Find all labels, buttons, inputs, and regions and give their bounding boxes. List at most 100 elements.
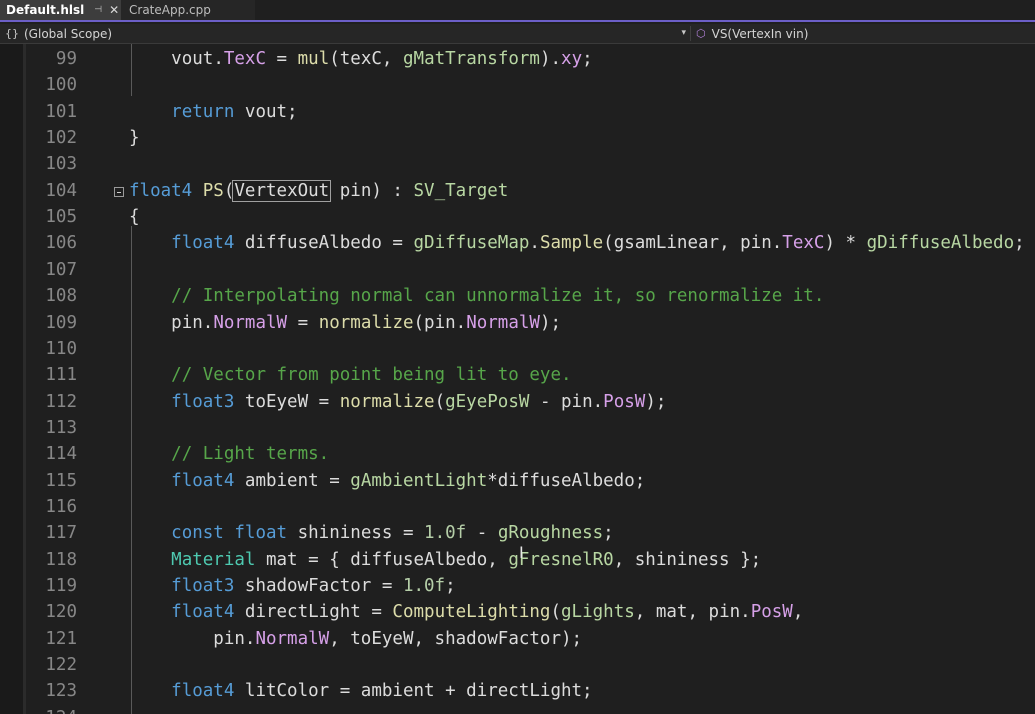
code-token: float4 [171,233,235,254]
code-editor[interactable]: 99 vout.TexC = mul(texC, gMatTransform).… [0,44,1035,714]
code-line[interactable]: 116 [0,494,1035,520]
line-number: 124 [26,705,77,714]
code-line[interactable]: 119 float3 shadowFactor = 1.0f; [0,573,1035,599]
tab-default-hlsl[interactable]: Default.hlsl ⊣ ✕ [0,0,121,20]
text-cursor-icon: I [519,543,524,562]
code-token: = [266,49,298,69]
code-token: shadowFactor = [234,576,403,596]
code-token: ); [539,312,562,333]
method-icon: ⬡ [696,27,706,40]
code-token: litColor = ambient + directLight; [234,681,593,702]
code-token: NormalW [213,312,288,333]
code-line[interactable]: 102} [0,125,1035,151]
code-line[interactable]: 101 return vout; [0,99,1035,125]
code-token: VertexOut [232,179,332,202]
code-token: - pin. [529,391,604,412]
code-line[interactable]: 108 // Interpolating normal can unnormal… [0,283,1035,309]
line-number: 100 [45,75,77,96]
indent-guide [131,44,132,96]
code-line[interactable]: 115 float4 ambient = gAmbientLight*diffu… [0,468,1035,494]
code-token: pin. [171,312,214,333]
code-token: } [129,128,140,149]
code-line[interactable]: 103 [0,151,1035,177]
line-number: 110 [45,338,77,359]
code-line[interactable]: 120 float4 directLight = ComputeLighting… [0,599,1035,625]
code-line[interactable]: 107 [0,257,1035,283]
code-token: float3 [171,576,235,596]
code-token: ( [550,602,562,623]
code-token: = [287,312,319,333]
code-line[interactable]: 113 [0,415,1035,441]
code-token: normalize [318,312,414,333]
line-number: 115 [45,470,77,491]
code-token: 1.0f [402,576,446,596]
line-number: 109 [45,312,77,333]
function-dropdown[interactable]: ⬡ VS(VertexIn vin) [692,24,808,43]
code-line[interactable]: 109 pin.NormalW = normalize(pin.NormalW)… [0,310,1035,336]
code-line[interactable]: 121 pin.NormalW, toEyeW, shadowFactor); [0,626,1035,652]
code-line[interactable]: 114 // Light terms. [0,441,1035,467]
code-token: // Interpolating normal can unnormalize … [171,286,825,307]
code-line[interactable]: 117 const float shininess = 1.0f - gRoug… [0,520,1035,546]
code-token: float4 [171,681,235,702]
chevron-down-icon[interactable]: ▾ [681,28,686,38]
code-line[interactable]: 111 // Vector from point being lit to ey… [0,362,1035,388]
code-token: , [792,602,804,623]
code-line[interactable]: 100 [0,72,1035,98]
code-token: toEyeW = [234,391,340,412]
code-token: PosW [750,602,793,623]
line-number: 111 [45,365,77,386]
code-token: directLight = [234,602,393,623]
collapse-icon[interactable] [114,187,124,197]
code-text: return vout; [129,99,298,125]
code-token: (gsamLinear, pin. [603,233,783,254]
code-token: gDiffuseMap [413,233,530,254]
line-number: 104 [45,180,77,201]
code-line[interactable]: 122 [0,652,1035,678]
code-token: 1.0f [424,523,467,544]
code-text: // Light terms. [129,441,329,467]
code-line[interactable]: 110 [0,336,1035,362]
line-number: 112 [45,391,77,412]
code-token: gMatTransform [403,49,540,69]
indent-guide [131,226,132,714]
line-number: 116 [45,496,77,517]
tab-crateapp-cpp[interactable]: CrateApp.cpp [121,0,255,20]
pin-icon[interactable]: ⊣ [94,5,102,15]
code-token: TexC [223,49,267,69]
code-line[interactable]: 105 { [0,204,1035,230]
code-token: float3 [171,391,235,412]
code-token: ambient = [234,470,351,491]
line-number: 119 [45,576,77,596]
code-line[interactable]: 104 float4 PS(VertexOut pin) : SV_Target [0,178,1035,204]
code-token: . [213,49,224,69]
code-token: TexC [782,233,825,254]
code-text: float4 PS(VertexOut pin) : SV_Target [129,178,508,204]
code-token: // Vector from point being lit to eye. [171,365,572,386]
code-line[interactable]: 112 float3 toEyeW = normalize(gEyePosW -… [0,389,1035,415]
code-token: gRoughness [497,523,604,544]
code-token: vout; [234,101,298,122]
code-line[interactable]: 124 [0,705,1035,714]
code-token: diffuseAlbedo = [234,233,414,254]
close-icon[interactable]: ✕ [109,3,119,17]
code-token: mul [297,49,330,69]
code-token: - [466,523,498,544]
code-line[interactable]: 118 Material mat = { diffuseAlbedo, gFre… [0,547,1035,573]
code-text: float4 ambient = gAmbientLight*diffuseAl… [129,468,645,494]
line-number: 99 [55,49,77,69]
code-line[interactable]: 106 float4 diffuseAlbedo = gDiffuseMap.S… [0,230,1035,256]
code-line[interactable]: 99 vout.TexC = mul(texC, gMatTransform).… [0,46,1035,72]
scope-dropdown[interactable]: {} (Global Scope) ▾ [0,24,690,43]
code-line[interactable]: 123 float4 litColor = ambient + directLi… [0,678,1035,704]
code-text: pin.NormalW = normalize(pin.NormalW); [129,310,561,336]
